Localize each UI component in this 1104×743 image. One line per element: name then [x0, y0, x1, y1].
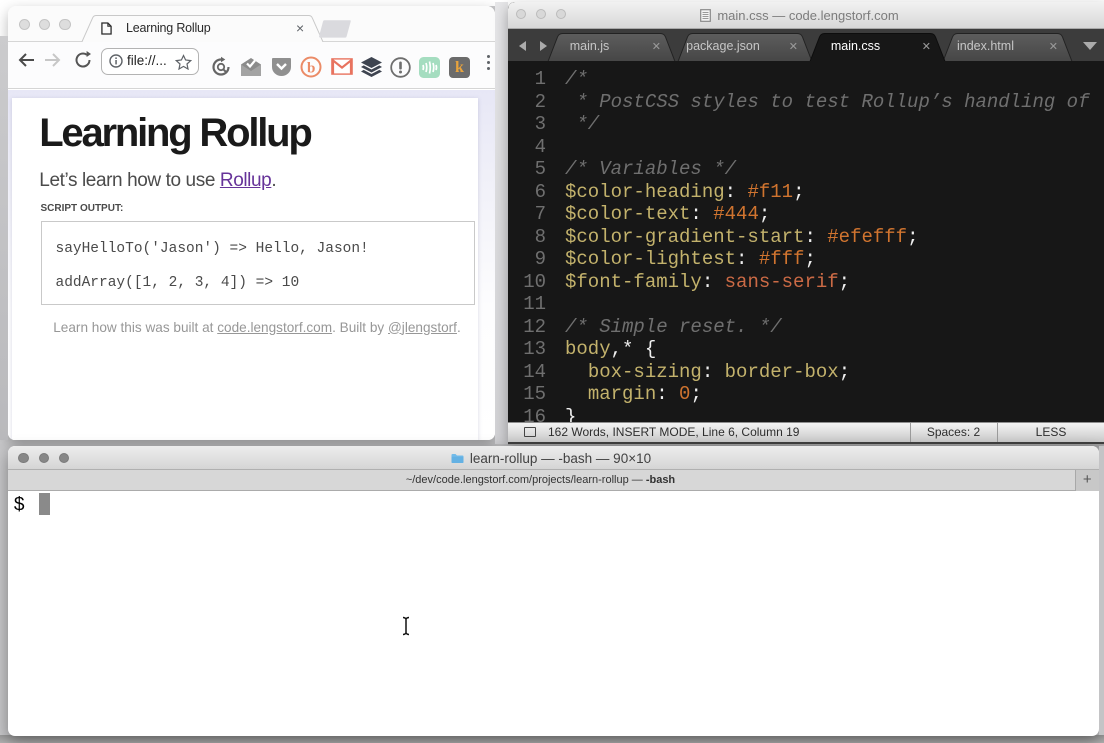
- svg-text:b: b: [307, 61, 315, 77]
